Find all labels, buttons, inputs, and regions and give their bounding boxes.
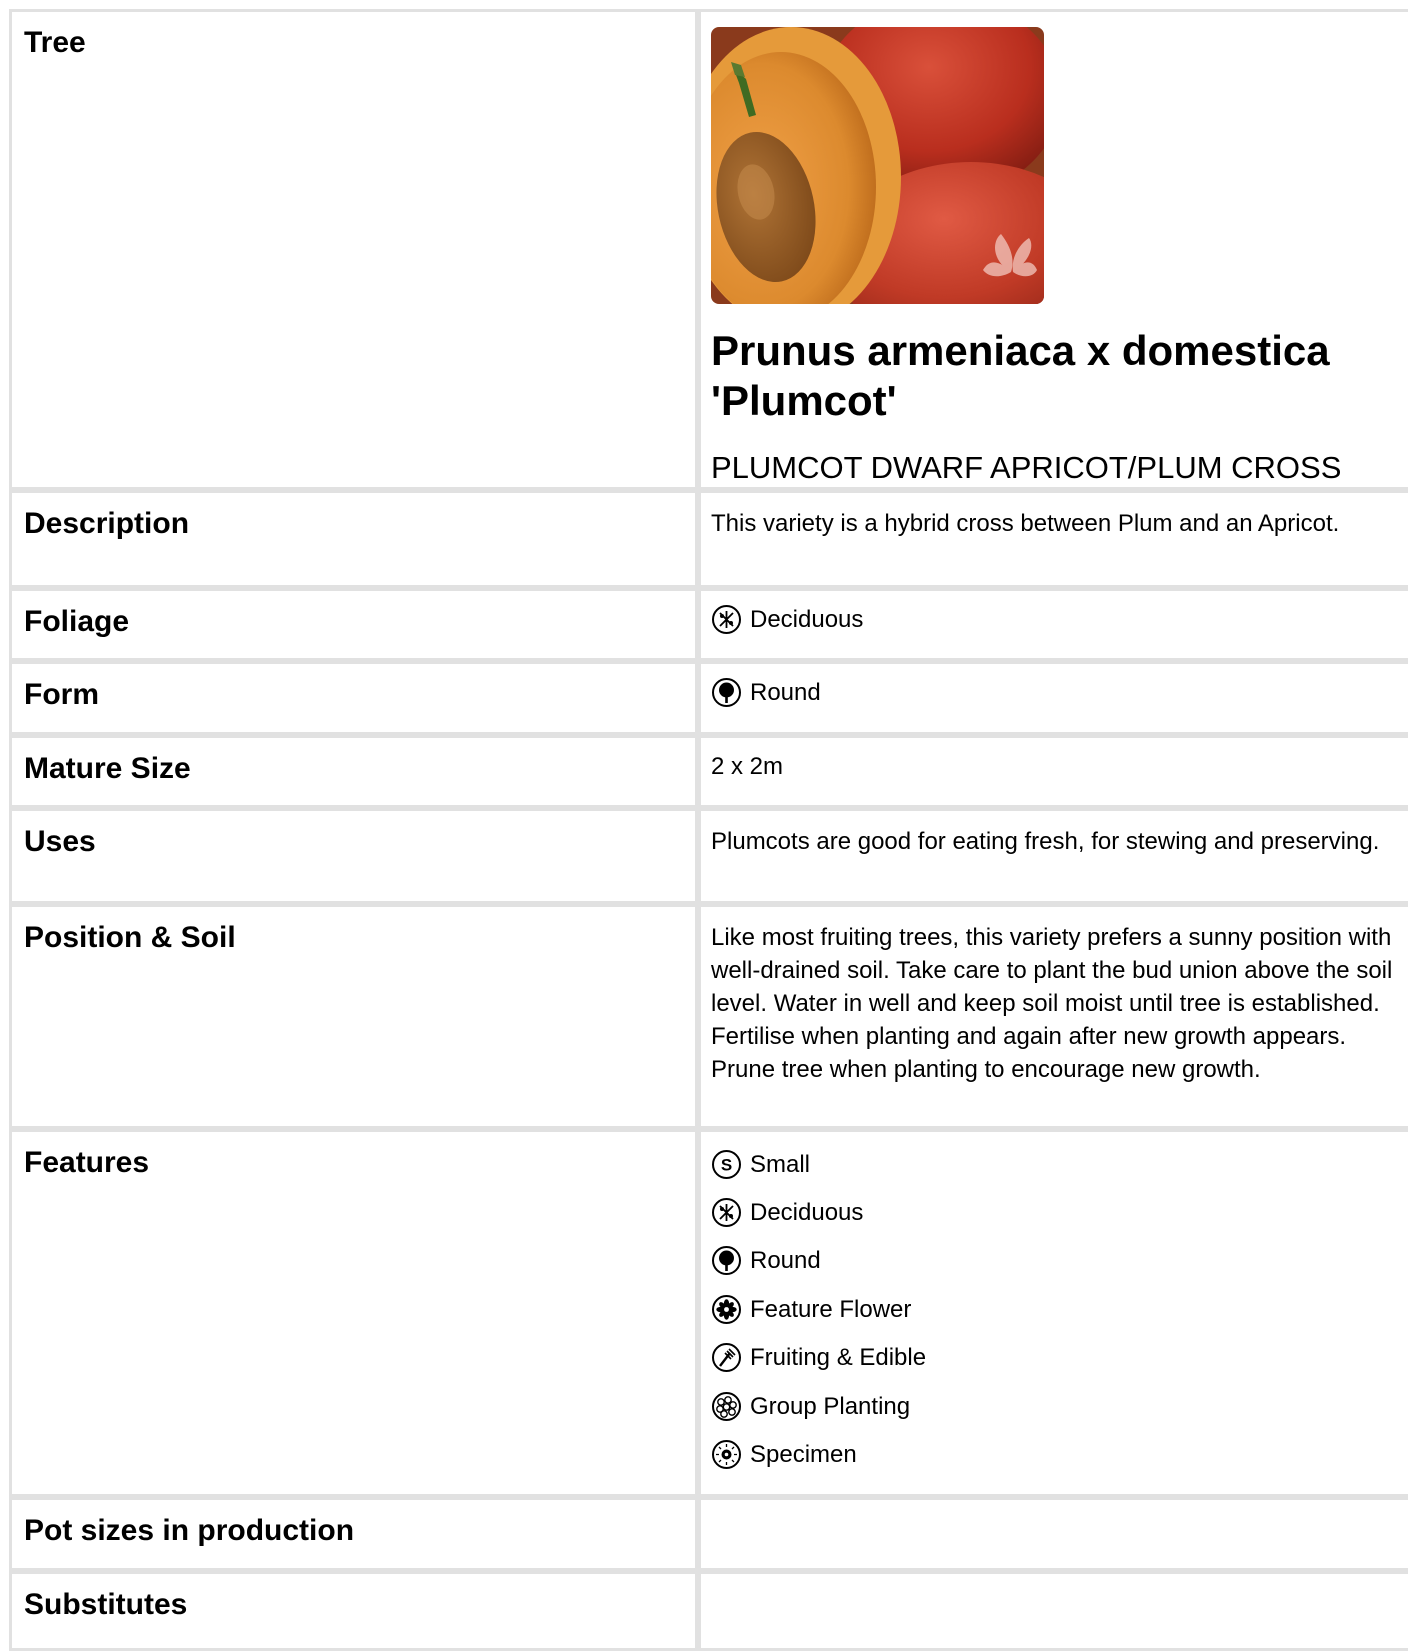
row-features: Features S Small Deciduous Round Feature… bbox=[9, 1129, 1408, 1497]
deciduous-icon bbox=[711, 1197, 742, 1228]
pot-sizes-value bbox=[698, 1497, 1408, 1571]
foliage-item: Deciduous bbox=[711, 603, 1408, 636]
botanical-name: Prunus armeniaca x domestica 'Plumcot' bbox=[711, 327, 1330, 424]
label-foliage: Foliage bbox=[9, 588, 698, 661]
feature-item: Fruiting & Edible bbox=[711, 1334, 1408, 1382]
label-mature-size: Mature Size bbox=[9, 735, 698, 808]
label-form: Form bbox=[9, 661, 698, 735]
feature-label: Deciduous bbox=[750, 1199, 864, 1227]
feature-item: S Small bbox=[711, 1140, 1408, 1188]
feature-label: Feature Flower bbox=[750, 1295, 912, 1323]
round-icon bbox=[711, 677, 742, 708]
round-icon bbox=[711, 1245, 742, 1276]
feature-item: Round bbox=[711, 1237, 1408, 1285]
row-foliage: Foliage Deciduous bbox=[9, 588, 1408, 661]
common-name: PLUMCOT DWARF APRICOT/PLUM CROSS bbox=[711, 450, 1342, 485]
tree-cell: Prunus armeniaca x domestica 'Plumcot' P… bbox=[698, 9, 1408, 490]
row-uses: Uses Plumcots are good for eating fresh,… bbox=[9, 808, 1408, 904]
label-position-soil: Position & Soil bbox=[9, 904, 698, 1129]
row-mature-size: Mature Size 2 x 2m bbox=[9, 735, 1408, 808]
deciduous-icon bbox=[711, 604, 742, 635]
label-substitutes: Substitutes bbox=[9, 1571, 698, 1651]
group-planting-icon bbox=[711, 1391, 742, 1422]
label-tree: Tree bbox=[9, 9, 698, 490]
svg-text:S: S bbox=[721, 1155, 732, 1174]
label-features: Features bbox=[9, 1129, 698, 1497]
foliage-cell: Deciduous bbox=[698, 588, 1408, 661]
mature-size-value: 2 x 2m bbox=[698, 735, 1408, 808]
foliage-value: Deciduous bbox=[750, 606, 864, 633]
plant-info-table: Tree Prunus armeniaca x domestica 'Plumc… bbox=[9, 9, 1408, 1651]
feature-item: Deciduous bbox=[711, 1188, 1408, 1236]
description-value: This variety is a hybrid cross between P… bbox=[698, 490, 1408, 588]
row-tree: Tree Prunus armeniaca x domestica 'Plumc… bbox=[9, 9, 1408, 490]
form-value: Round bbox=[750, 679, 821, 706]
substitutes-value bbox=[698, 1571, 1408, 1651]
uses-value: Plumcots are good for eating fresh, for … bbox=[698, 808, 1408, 904]
feature-item: Specimen bbox=[711, 1430, 1408, 1478]
feature-item: Feature Flower bbox=[711, 1285, 1408, 1333]
label-pot-sizes: Pot sizes in production bbox=[9, 1497, 698, 1571]
feature-label: Group Planting bbox=[750, 1392, 911, 1420]
form-item: Round bbox=[711, 676, 1408, 709]
fork-icon bbox=[711, 1342, 742, 1373]
label-description: Description bbox=[9, 490, 698, 588]
feature-item: Group Planting bbox=[711, 1382, 1408, 1430]
row-pot-sizes: Pot sizes in production bbox=[9, 1497, 1408, 1571]
row-form: Form Round bbox=[9, 661, 1408, 735]
row-description: Description This variety is a hybrid cro… bbox=[9, 490, 1408, 588]
plant-photo bbox=[711, 27, 1044, 304]
feature-label: Small bbox=[750, 1150, 811, 1178]
feature-label: Round bbox=[750, 1247, 821, 1275]
features-cell: S Small Deciduous Round Feature Flower F… bbox=[698, 1129, 1408, 1497]
feature-label: Specimen bbox=[750, 1441, 857, 1469]
feature-label: Fruiting & Edible bbox=[750, 1344, 927, 1372]
position-soil-value: Like most fruiting trees, this variety p… bbox=[698, 904, 1408, 1129]
flower-icon bbox=[711, 1294, 742, 1325]
label-uses: Uses bbox=[9, 808, 698, 904]
small-icon: S bbox=[711, 1149, 742, 1180]
row-position-soil: Position & Soil Like most fruiting trees… bbox=[9, 904, 1408, 1129]
specimen-icon bbox=[711, 1439, 742, 1470]
row-substitutes: Substitutes bbox=[9, 1571, 1408, 1651]
form-cell: Round bbox=[698, 661, 1408, 735]
